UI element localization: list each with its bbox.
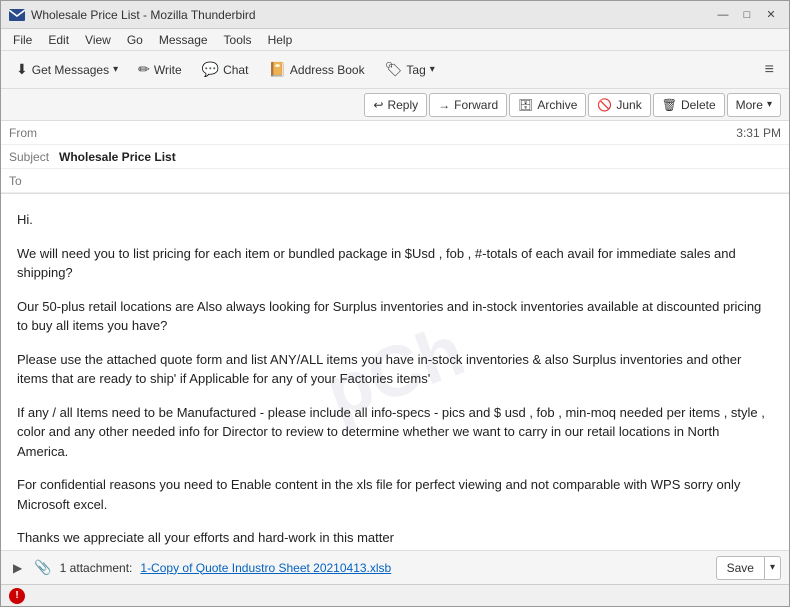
attachment-bar: ▶ 📎 1 attachment: 1-Copy of Quote Indust… (1, 550, 789, 584)
junk-icon: 🚫 (597, 98, 612, 112)
email-headers: From 3:31 PM Subject Wholesale Price Lis… (1, 121, 789, 194)
menu-message[interactable]: Message (151, 31, 216, 49)
get-messages-button[interactable]: ⬇ Get Messages ▾ (7, 56, 127, 84)
from-label: From (9, 126, 59, 140)
address-book-button[interactable]: 📔 Address Book (259, 56, 373, 84)
tag-icon: 🏷 (385, 61, 403, 78)
forward-button[interactable]: → Forward (429, 93, 507, 117)
body-para-0: Hi. (17, 210, 773, 230)
get-messages-icon: ⬇ (16, 61, 28, 78)
close-button[interactable]: ✕ (761, 5, 781, 25)
toolbar-right: ≡ (756, 56, 783, 84)
main-toolbar: ⬇ Get Messages ▾ ✏ Write 💬 Chat 📔 Addres… (1, 51, 789, 89)
body-para-4: If any / all Items need to be Manufactur… (17, 403, 773, 462)
body-para-3: Please use the attached quote form and l… (17, 350, 773, 389)
attachment-count: 1 attachment: (60, 561, 133, 575)
chat-button[interactable]: 💬 Chat (193, 56, 258, 84)
body-para-5: For confidential reasons you need to Ena… (17, 475, 773, 514)
attachment-save-group: Save ▾ (716, 556, 781, 580)
attachment-filename[interactable]: 1-Copy of Quote Industro Sheet 20210413.… (140, 561, 391, 575)
subject-label: Subject (9, 150, 59, 164)
from-row: From 3:31 PM (1, 121, 789, 145)
delete-icon: 🗑 (662, 98, 677, 112)
save-attachment-button[interactable]: Save (716, 556, 765, 580)
more-dropdown-icon: ▾ (767, 99, 772, 110)
junk-button[interactable]: 🚫 Junk (588, 93, 650, 117)
window-controls: — □ ✕ (713, 5, 781, 25)
main-window: Wholesale Price List - Mozilla Thunderbi… (0, 0, 790, 607)
reply-button[interactable]: ↩ Reply (364, 93, 427, 117)
maximize-button[interactable]: □ (737, 5, 757, 25)
body-para-6: Thanks we appreciate all your efforts an… (17, 528, 773, 548)
hamburger-button[interactable]: ≡ (756, 56, 783, 84)
status-bar: ! (1, 584, 789, 606)
menu-go[interactable]: Go (119, 31, 151, 49)
attachment-expand-button[interactable]: ▶ (9, 559, 26, 577)
to-row: To (1, 169, 789, 193)
chat-icon: 💬 (202, 61, 219, 78)
menu-bar: File Edit View Go Message Tools Help (1, 29, 789, 51)
subject-row: Subject Wholesale Price List (1, 145, 789, 169)
archive-button[interactable]: 🗄 Archive (509, 93, 586, 117)
archive-icon: 🗄 (518, 98, 533, 112)
body-para-1: We will need you to list pricing for eac… (17, 244, 773, 283)
app-icon (9, 7, 25, 23)
menu-help[interactable]: Help (260, 31, 301, 49)
to-label: To (9, 174, 59, 188)
tag-button[interactable]: 🏷 Tag ▾ (376, 56, 444, 84)
more-button[interactable]: More ▾ (727, 93, 781, 117)
write-icon: ✏ (138, 61, 150, 78)
menu-file[interactable]: File (5, 31, 40, 49)
email-content: Hi. We will need you to list pricing for… (17, 210, 773, 548)
status-warning-icon: ! (9, 588, 25, 604)
save-attachment-dropdown[interactable]: ▾ (765, 556, 781, 580)
menu-view[interactable]: View (77, 31, 119, 49)
attachment-file-icon: 📎 (34, 559, 51, 576)
get-messages-dropdown-icon: ▾ (113, 64, 118, 75)
window-title: Wholesale Price List - Mozilla Thunderbi… (31, 8, 713, 22)
action-toolbar: ↩ Reply → Forward 🗄 Archive 🚫 Junk 🗑 Del… (1, 89, 789, 121)
email-time: 3:31 PM (736, 126, 781, 140)
email-body: pCh Hi. We will need you to list pricing… (1, 194, 789, 550)
minimize-button[interactable]: — (713, 5, 733, 25)
write-button[interactable]: ✏ Write (129, 56, 191, 84)
delete-button[interactable]: 🗑 Delete (653, 93, 725, 117)
menu-edit[interactable]: Edit (40, 31, 77, 49)
subject-value: Wholesale Price List (59, 150, 781, 164)
menu-tools[interactable]: Tools (216, 31, 260, 49)
address-book-icon: 📔 (268, 61, 285, 78)
title-bar: Wholesale Price List - Mozilla Thunderbi… (1, 1, 789, 29)
reply-icon: ↩ (373, 98, 383, 112)
body-para-2: Our 50-plus retail locations are Also al… (17, 297, 773, 336)
tag-dropdown-icon: ▾ (430, 64, 435, 75)
forward-icon: → (438, 98, 450, 112)
